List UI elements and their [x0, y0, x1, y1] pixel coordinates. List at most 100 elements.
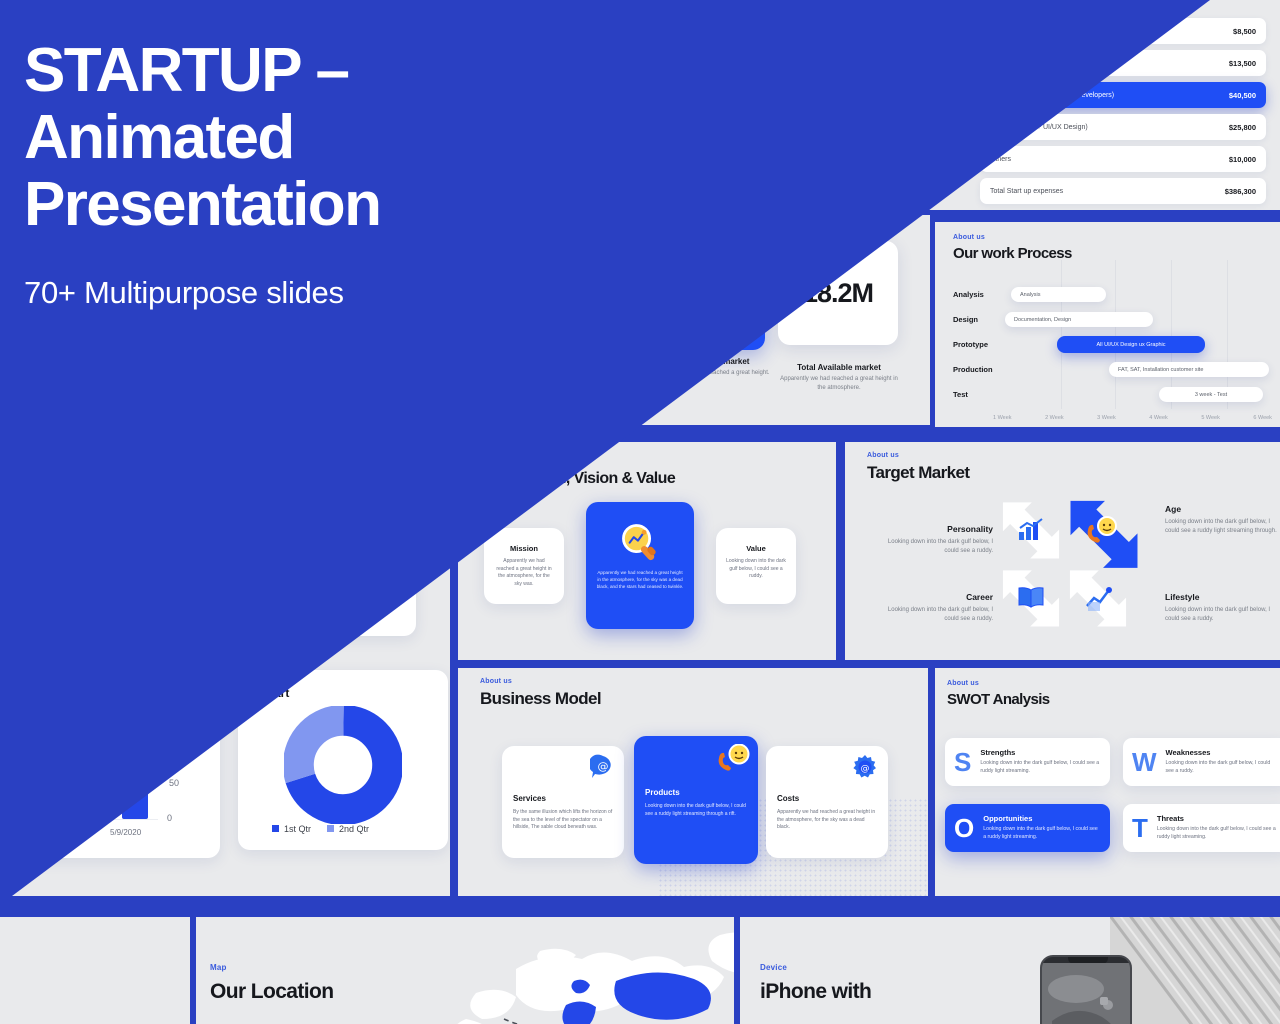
- expense-row[interactable]: $8,600: [656, 160, 771, 186]
- expense-label: Total Start up expenses: [990, 187, 1064, 195]
- card-title: Products: [645, 788, 680, 797]
- card-body: Apparently we had reached a great height…: [596, 570, 684, 589]
- legend-item-2nd-qtr[interactable]: 2nd Qtr: [327, 824, 369, 834]
- legend-item-1st-qtr[interactable]: 1st Qtr: [272, 824, 311, 834]
- target-item-lifestyle: Lifestyle Looking down into the dark gul…: [1165, 592, 1277, 625]
- gantt-rows: Analysis Analysis Design Documentation, …: [953, 282, 1272, 407]
- expense-row[interactable]: $13,500: [980, 50, 1266, 76]
- arrow-shape-personality[interactable]: [1000, 500, 1062, 562]
- business-card-services[interactable]: @ Services By the same illusion which li…: [502, 746, 624, 858]
- bar[interactable]: [122, 743, 148, 819]
- chat-at-icon: @: [588, 754, 616, 785]
- page-title: Business Model: [480, 689, 602, 708]
- target-item-personality: Personality Looking down into the dark g…: [881, 524, 993, 557]
- item-title: Age: [1165, 504, 1182, 514]
- gantt-row[interactable]: Analysis Analysis: [953, 282, 1272, 307]
- swot-letter: S: [954, 747, 972, 777]
- expense-row[interactable]: Web Site (App + UI/UX Design) $25,800: [980, 114, 1266, 140]
- bar-chart-card[interactable]: 150 100 50 0 5/7/2020 5/8/2020 5/9/2020: [0, 656, 220, 858]
- card-title: Services: [513, 794, 546, 803]
- x-axis-tick: 5/8/2020: [44, 828, 76, 837]
- slide-iphone-device[interactable]: Device iPhone with: [740, 917, 1280, 1024]
- slide-startup-expenses[interactable]: $1,500 $8,600 $8,500 $13,500 Loan Payoft…: [640, 0, 1280, 210]
- donut-chart-card[interactable]: Chart 1st Qtr 2nd Qtr: [238, 670, 448, 850]
- eyebrow-label: Device: [760, 963, 787, 972]
- gantt-row[interactable]: Test 3 week - Test: [953, 382, 1272, 407]
- card-title: Opportunities: [983, 814, 1033, 824]
- card-title: Mission: [510, 544, 538, 553]
- item-body: Looking down into the dark gulf below, I…: [1165, 519, 1277, 535]
- item-body: Looking down into the dark gulf below, I…: [887, 607, 993, 623]
- market-caption-serviceable: Serviceable market Apparently we had rea…: [654, 357, 772, 378]
- gantt-row[interactable]: Design Documentation, Design: [953, 307, 1272, 332]
- slide-business-model[interactable]: About us Business Model @ Services By th…: [458, 668, 928, 896]
- slide-work-process[interactable]: About us Our work Process Analysis Analy…: [935, 222, 1280, 427]
- revenue-label: Total Revenue: [266, 586, 341, 598]
- gantt-bar[interactable]: FAT, SAT, Installation customer site: [1109, 362, 1269, 377]
- gantt-row-label: Design: [953, 315, 979, 324]
- bar[interactable]: [56, 775, 82, 819]
- fabric-photo: [1110, 917, 1280, 1024]
- mvv-card-mission[interactable]: Mission Apparently we had reached a grea…: [484, 528, 564, 604]
- slide-target-market[interactable]: About us Target Market Personality Looki…: [845, 442, 1280, 660]
- slide-market-size[interactable]: M 18.2M Target Apparently we had reached…: [460, 215, 930, 425]
- card-title: Strengths: [980, 748, 1016, 758]
- poster-canvas: $1,500 $8,600 $8,500 $13,500 Loan Payoft…: [0, 0, 1280, 1024]
- slide-swot-analysis[interactable]: About us SWOT Analysis S Strengths Looki…: [935, 668, 1280, 896]
- arrow-shape-career[interactable]: [1000, 568, 1062, 630]
- gantt-bar[interactable]: Documentation, Design: [1005, 312, 1153, 327]
- business-card-products[interactable]: Products Looking down into the dark gulf…: [634, 736, 758, 864]
- card-body: By the same illusion which lifts the hor…: [513, 809, 613, 830]
- expense-value: $10,000: [1228, 154, 1256, 164]
- world-map-graphic: [457, 932, 734, 1024]
- swot-card-opportunities[interactable]: O Opportunities Looking down into the da…: [945, 804, 1110, 852]
- gantt-bar[interactable]: 3 week - Test: [1159, 387, 1263, 402]
- expense-row[interactable]: Others $10,000: [980, 146, 1266, 172]
- market-caption-title: Serviceable market: [676, 357, 750, 366]
- revenue-card[interactable]: Total Revenue $1.050.980: [188, 572, 416, 636]
- swot-card-weaknesses[interactable]: W Weaknesses Looking down into the dark …: [1123, 738, 1280, 786]
- swot-card-threats[interactable]: T Threats Looking down into the dark gul…: [1123, 804, 1280, 852]
- chart-title: Chart: [258, 686, 290, 700]
- market-value: 18.2M: [802, 277, 874, 308]
- slide-our-location[interactable]: Map Our Location: [196, 917, 734, 1024]
- page-title: iPhone with: [760, 980, 872, 1003]
- expense-value: $1,500: [738, 136, 761, 146]
- expense-value: $8,500: [1233, 26, 1256, 36]
- arrow-shape-age-highlighted[interactable]: [1067, 498, 1141, 572]
- card-body: Looking down into the dark gulf below, I…: [983, 826, 1098, 840]
- expense-row-highlighted[interactable]: Loan Payofts (1 Manager 4 Developers) $4…: [980, 82, 1266, 108]
- swot-card-strengths[interactable]: S Strengths Looking down into the dark g…: [945, 738, 1110, 786]
- card-body: Looking down into the dark gulf below, I…: [726, 558, 786, 579]
- market-tile-serviceable[interactable]: M: [660, 255, 765, 350]
- mvv-card-value[interactable]: Value Looking down into the dark gulf be…: [716, 528, 796, 604]
- expense-row[interactable]: $8,500: [980, 18, 1266, 44]
- business-card-costs[interactable]: @ Costs Apparently we had reached a grea…: [766, 746, 888, 858]
- card-body: Apparently we had reached a great height…: [777, 809, 876, 830]
- bar[interactable]: [4, 805, 30, 819]
- arrow-shape-lifestyle[interactable]: [1067, 568, 1129, 630]
- market-caption-body: Apparently we had reached a great height…: [656, 370, 770, 376]
- expense-row-total[interactable]: Total Start up expenses $386,300: [980, 178, 1266, 204]
- axis-tick: 5 Week: [1201, 415, 1220, 421]
- slide-blank[interactable]: [0, 917, 190, 1024]
- gantt-bar-highlighted[interactable]: All UI/UX Design ux Graphic: [1057, 336, 1205, 353]
- slide-revenue-charts[interactable]: Total Revenue $1.050.980 150 100 50 0 5/…: [0, 560, 450, 896]
- market-tile-total[interactable]: 18.2M: [778, 241, 898, 345]
- slide-mission-vision-value[interactable]: Our Mission, Vision & Value Mission Appa…: [458, 442, 836, 660]
- gantt-bar[interactable]: Analysis: [1011, 287, 1106, 302]
- swot-letter: W: [1132, 747, 1157, 777]
- mvv-card-vision[interactable]: Apparently we had reached a great height…: [586, 502, 694, 629]
- donut-chart[interactable]: [284, 706, 402, 824]
- phone-header: Device iPhone with: [760, 963, 872, 1004]
- business-header: About us Business Model: [480, 678, 602, 709]
- y-axis-tick: 150: [168, 708, 184, 718]
- eyebrow-label: About us: [867, 452, 899, 459]
- gantt-row[interactable]: Production FAT, SAT, Installation custom…: [953, 357, 1272, 382]
- expense-row[interactable]: $1,500: [656, 128, 771, 154]
- chart-legend: 1st Qtr 2nd Qtr: [272, 824, 369, 834]
- expense-label: Loan Payofts (1 Manager 4 Developers): [990, 91, 1115, 99]
- gantt-row[interactable]: Prototype All UI/UX Design ux Graphic: [953, 332, 1272, 357]
- axis-tick: 3 Week: [1097, 415, 1116, 421]
- page-title: Target Market: [867, 463, 970, 482]
